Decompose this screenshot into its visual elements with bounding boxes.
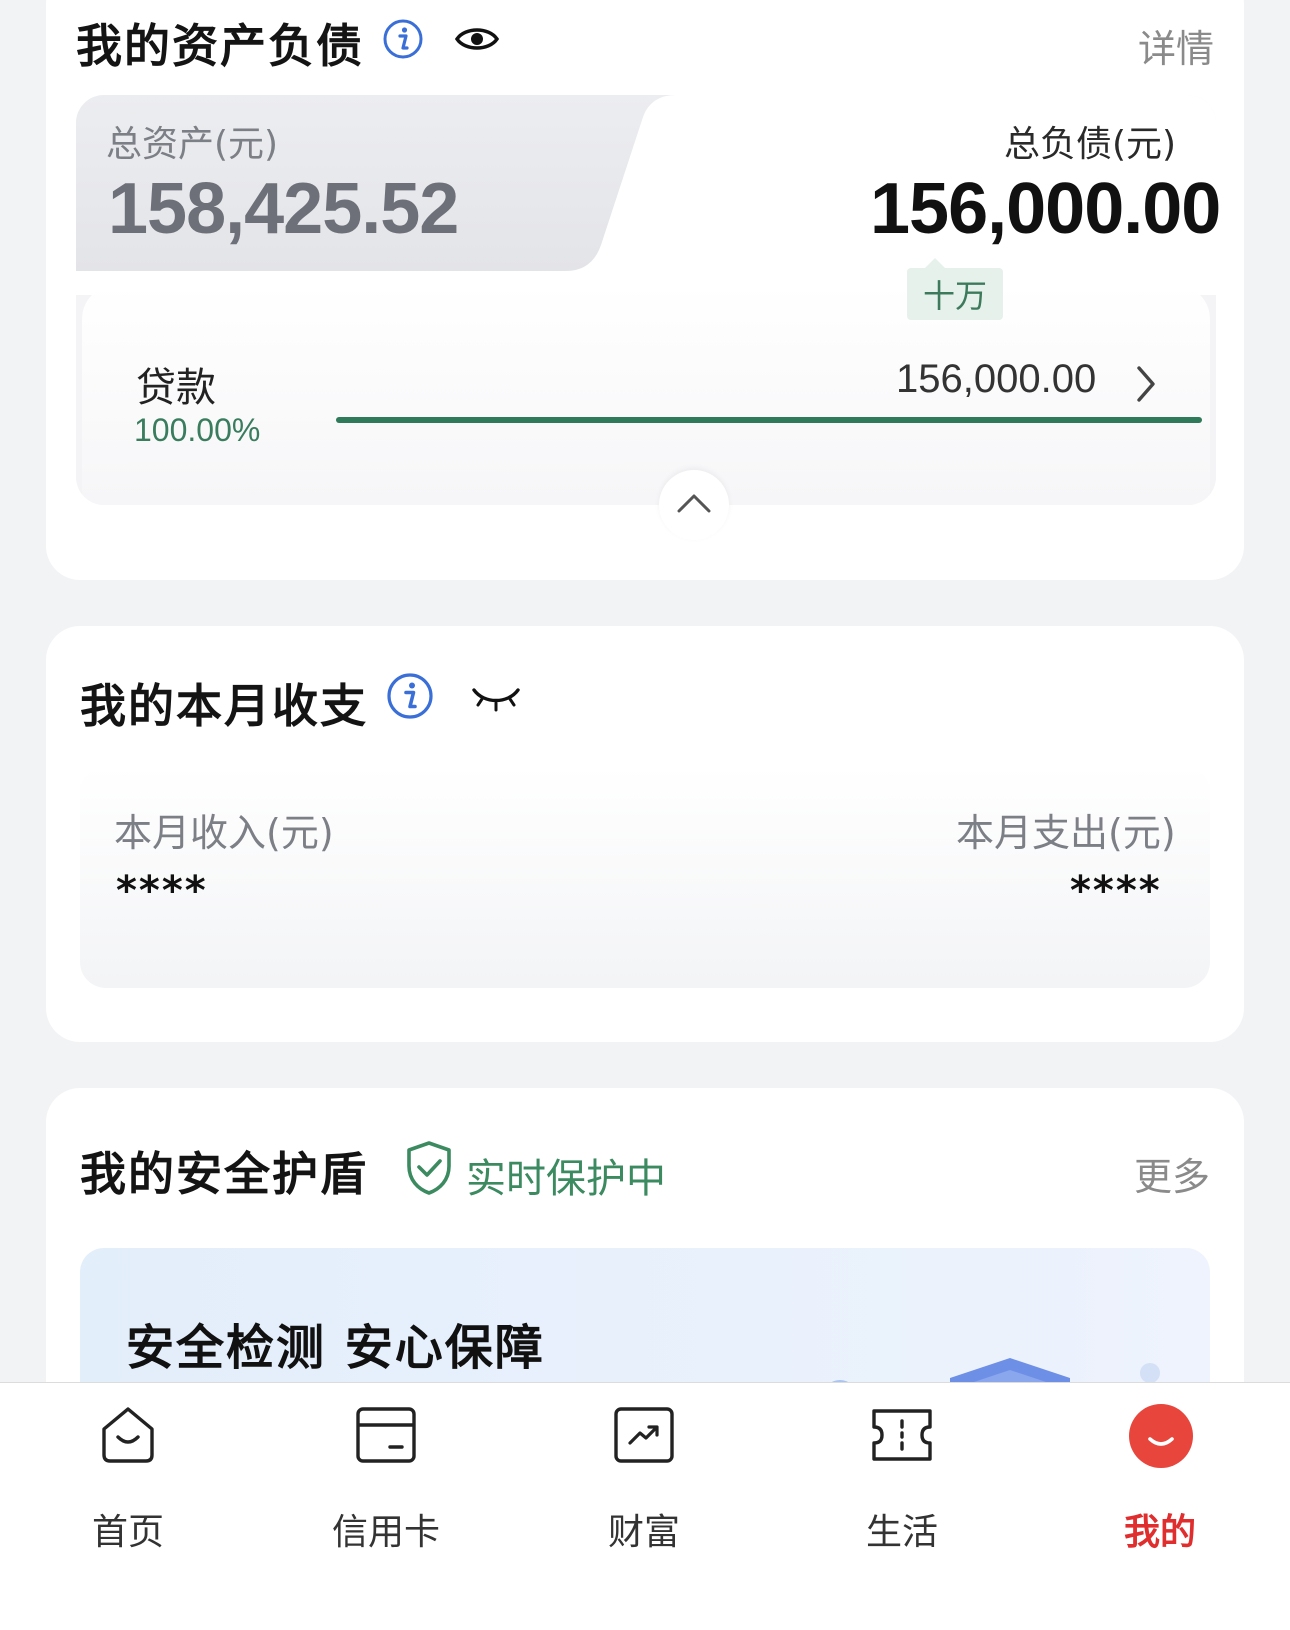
tab-home[interactable]: 首页: [38, 1403, 218, 1553]
credit-card-icon: [356, 1407, 416, 1463]
bottom-tab-bar: 首页 信用卡 财富 生活 我的: [0, 1382, 1290, 1630]
protection-status: 实时保护中: [466, 1156, 666, 1202]
loan-progress-fill: [336, 417, 1202, 423]
tab-wealth[interactable]: 财富: [554, 1403, 734, 1553]
chevron-up-icon: [677, 494, 711, 513]
profile-icon: [1129, 1404, 1193, 1468]
page: 我的资产负债 详情 总资产(元) 158,425.52 总负债(元) 156,0…: [0, 0, 1290, 1630]
total-liabilities-label: 总负债(元): [1004, 124, 1177, 165]
tab-credit-card[interactable]: 信用卡: [296, 1403, 476, 1553]
tab-label: 生活: [865, 1512, 938, 1553]
more-link[interactable]: 更多: [1134, 1146, 1210, 1201]
chevron-right-icon[interactable]: [1134, 364, 1158, 404]
total-assets-label: 总资产(元): [106, 124, 279, 165]
detail-link[interactable]: 详情: [1138, 18, 1214, 73]
ticket-icon: [872, 1409, 932, 1461]
tab-label: 首页: [91, 1512, 164, 1553]
info-icon[interactable]: [382, 18, 424, 60]
home-icon: [102, 1407, 154, 1463]
loan-progress-bar: [336, 417, 1202, 423]
security-card-title: 我的安全护盾: [80, 1147, 368, 1201]
tab-label: 信用卡: [331, 1512, 440, 1553]
month-summary-panel: [80, 766, 1210, 988]
assets-liabilities-card: 我的资产负债 详情 总资产(元) 158,425.52 总负债(元) 156,0…: [46, 0, 1244, 580]
total-liabilities-value: 156,000.00: [870, 169, 1221, 249]
wealth-chart-icon: [614, 1407, 674, 1463]
assets-card-title: 我的资产负债: [76, 19, 364, 73]
tab-life[interactable]: 生活: [812, 1403, 992, 1553]
month-card-title: 我的本月收支: [80, 679, 368, 733]
tab-mine[interactable]: 我的: [1070, 1403, 1250, 1553]
unit-badge: 十万: [907, 258, 1003, 320]
shield-check-icon: [407, 1141, 451, 1195]
tab-label: 我的: [1123, 1512, 1196, 1553]
expense-label: 本月支出(元): [956, 811, 1176, 855]
loan-amount[interactable]: 156,000.00: [896, 357, 1096, 402]
banner-title: 安全检测 安心保障: [126, 1320, 545, 1376]
income-label: 本月收入(元): [114, 811, 334, 855]
info-icon[interactable]: [386, 672, 434, 720]
expense-value: ****: [1070, 868, 1162, 914]
monthly-income-expense-card: 我的本月收支 本月收入(元) **** 本月支出(元) ****: [46, 626, 1244, 1042]
collapse-button[interactable]: [659, 470, 729, 540]
loan-percent: 100.00%: [134, 412, 261, 448]
tab-label: 财富: [607, 1512, 680, 1553]
loan-label[interactable]: 贷款: [136, 355, 216, 413]
income-value: ****: [116, 868, 208, 914]
total-assets-value: 158,425.52: [108, 169, 459, 249]
eye-closed-icon[interactable]: [470, 682, 522, 714]
eye-icon[interactable]: [454, 22, 500, 56]
